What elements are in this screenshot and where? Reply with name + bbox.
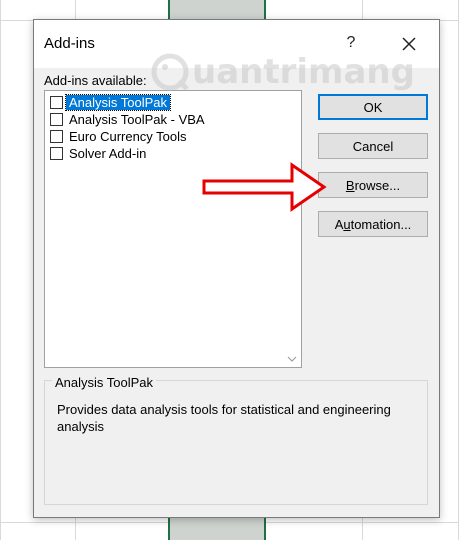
list-item[interactable]: Solver Add-in [47, 145, 283, 162]
checkbox[interactable] [50, 113, 63, 126]
description-title: Analysis ToolPak [52, 375, 157, 390]
browse-button[interactable]: Browse... [318, 172, 428, 198]
description-text: Provides data analysis tools for statist… [57, 402, 391, 434]
checkbox[interactable] [50, 130, 63, 143]
list-item-label: Analysis ToolPak [64, 94, 172, 111]
close-icon [402, 37, 416, 51]
list-item[interactable]: Analysis ToolPak - VBA [47, 111, 283, 128]
automation-label-rest: tomation... [350, 217, 412, 232]
description-frame [44, 380, 428, 505]
checkbox[interactable] [50, 96, 63, 109]
add-ins-dialog: Add-ins ? Add-ins available: Analysis To… [33, 19, 440, 518]
browse-mnemonic: B [345, 178, 355, 193]
automation-mnemonic: u [343, 217, 351, 232]
title-bar[interactable]: Add-ins ? [34, 20, 439, 68]
grid-line [0, 0, 1, 540]
list-item-label: Solver Add-in [69, 146, 147, 161]
close-button[interactable] [396, 31, 422, 57]
cancel-button[interactable]: Cancel [318, 133, 428, 159]
list-item-label: Analysis ToolPak - VBA [69, 112, 205, 127]
list-item[interactable]: Euro Currency Tools [47, 128, 283, 145]
list-item-label: Euro Currency Tools [69, 129, 187, 144]
automation-button[interactable]: Automation... [318, 211, 428, 237]
list-item[interactable]: Analysis ToolPak [47, 94, 283, 111]
add-ins-available-label: Add-ins available: [44, 73, 147, 88]
scroll-down-icon[interactable] [286, 352, 298, 364]
browse-label-rest: rowse... [354, 178, 401, 193]
dialog-title: Add-ins [44, 35, 95, 52]
checkbox[interactable] [50, 147, 63, 160]
add-ins-listbox[interactable]: Analysis ToolPak Analysis ToolPak - VBA … [44, 90, 302, 368]
help-button[interactable]: ? [340, 32, 362, 54]
ok-button[interactable]: OK [318, 94, 428, 120]
